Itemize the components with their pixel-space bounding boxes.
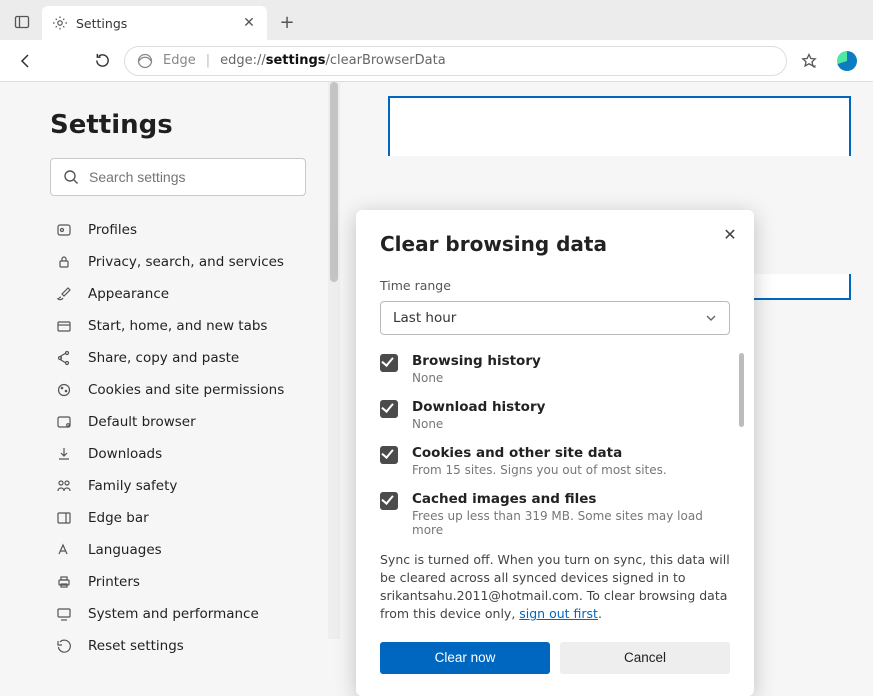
nav-downloads[interactable]: Downloads	[50, 438, 306, 470]
share-icon	[56, 350, 74, 366]
nav-reset[interactable]: Reset settings	[50, 630, 306, 662]
brush-icon	[56, 286, 74, 302]
clear-options-list: Browsing historyNone Download historyNon…	[380, 353, 730, 537]
time-range-label: Time range	[380, 278, 730, 293]
download-icon	[56, 446, 74, 462]
tabs-icon	[56, 318, 74, 334]
reset-icon	[56, 638, 74, 654]
search-icon	[63, 169, 79, 185]
window-titlebar: Settings ✕ +	[0, 0, 873, 40]
dialog-close-button[interactable]: ✕	[720, 224, 740, 244]
nav-languages[interactable]: Languages	[50, 534, 306, 566]
system-icon	[56, 606, 74, 622]
nav-printers[interactable]: Printers	[50, 566, 306, 598]
edge-logo-icon	[837, 51, 857, 71]
cookie-icon	[56, 382, 74, 398]
settings-sidebar: Settings Profiles Privacy, search, and s…	[0, 82, 340, 639]
nav-share[interactable]: Share, copy and paste	[50, 342, 306, 374]
sidebar-scrollbar[interactable]	[328, 82, 340, 639]
browser-icon	[56, 414, 74, 430]
address-bar[interactable]: Edge | edge://settings/clearBrowserData	[124, 46, 787, 76]
tab-title: Settings	[76, 16, 233, 31]
language-icon	[56, 542, 74, 558]
address-path: edge://settings/clearBrowserData	[220, 53, 446, 68]
address-scheme: Edge	[163, 53, 196, 68]
option-browsing-history[interactable]: Browsing historyNone	[380, 353, 730, 385]
checkbox-cache[interactable]	[380, 492, 398, 510]
sign-out-link[interactable]: sign out first	[519, 606, 598, 621]
settings-nav: Profiles Privacy, search, and services A…	[50, 214, 306, 662]
time-range-select[interactable]: Last hour	[380, 301, 730, 335]
nav-edge-bar[interactable]: Edge bar	[50, 502, 306, 534]
close-tab-button[interactable]: ✕	[241, 15, 257, 31]
nav-privacy[interactable]: Privacy, search, and services	[50, 246, 306, 278]
dialog-title: Clear browsing data	[380, 232, 730, 256]
option-cookies[interactable]: Cookies and other site dataFrom 15 sites…	[380, 445, 730, 477]
favorites-button[interactable]	[793, 45, 825, 77]
clear-now-button[interactable]: Clear now	[380, 642, 550, 674]
checkbox-browsing-history[interactable]	[380, 354, 398, 372]
tab-actions-button[interactable]	[8, 8, 36, 36]
checkbox-cookies[interactable]	[380, 446, 398, 464]
profile-icon	[56, 222, 74, 238]
new-tab-button[interactable]: +	[271, 6, 303, 38]
clear-browsing-data-dialog: ✕ Clear browsing data Time range Last ho…	[356, 210, 754, 696]
page-content: Settings Profiles Privacy, search, and s…	[0, 82, 873, 639]
chevron-down-icon	[705, 312, 717, 324]
nav-profiles[interactable]: Profiles	[50, 214, 306, 246]
nav-appearance[interactable]: Appearance	[50, 278, 306, 310]
profile-button[interactable]	[831, 45, 863, 77]
gear-icon	[52, 15, 68, 31]
lock-icon	[56, 254, 74, 270]
option-cache[interactable]: Cached images and filesFrees up less tha…	[380, 491, 730, 537]
nav-start[interactable]: Start, home, and new tabs	[50, 310, 306, 342]
browser-tab-settings[interactable]: Settings ✕	[42, 6, 267, 40]
background-card-top	[388, 96, 851, 156]
back-button[interactable]	[10, 45, 42, 77]
settings-heading: Settings	[50, 110, 340, 140]
time-range-value: Last hour	[393, 310, 456, 326]
nav-cookies[interactable]: Cookies and site permissions	[50, 374, 306, 406]
family-icon	[56, 478, 74, 494]
search-input[interactable]	[89, 169, 293, 185]
settings-search[interactable]	[50, 158, 306, 196]
edge-icon	[137, 53, 153, 69]
option-download-history[interactable]: Download historyNone	[380, 399, 730, 431]
cancel-button[interactable]: Cancel	[560, 642, 730, 674]
browser-toolbar: Edge | edge://settings/clearBrowserData	[0, 40, 873, 82]
nav-default-browser[interactable]: Default browser	[50, 406, 306, 438]
sync-note: Sync is turned off. When you turn on syn…	[380, 551, 730, 624]
sidebar-icon	[56, 510, 74, 526]
checkbox-download-history[interactable]	[380, 400, 398, 418]
refresh-button[interactable]	[86, 45, 118, 77]
printer-icon	[56, 574, 74, 590]
nav-system[interactable]: System and performance	[50, 598, 306, 630]
dialog-scrollbar[interactable]	[739, 353, 744, 427]
nav-family[interactable]: Family safety	[50, 470, 306, 502]
